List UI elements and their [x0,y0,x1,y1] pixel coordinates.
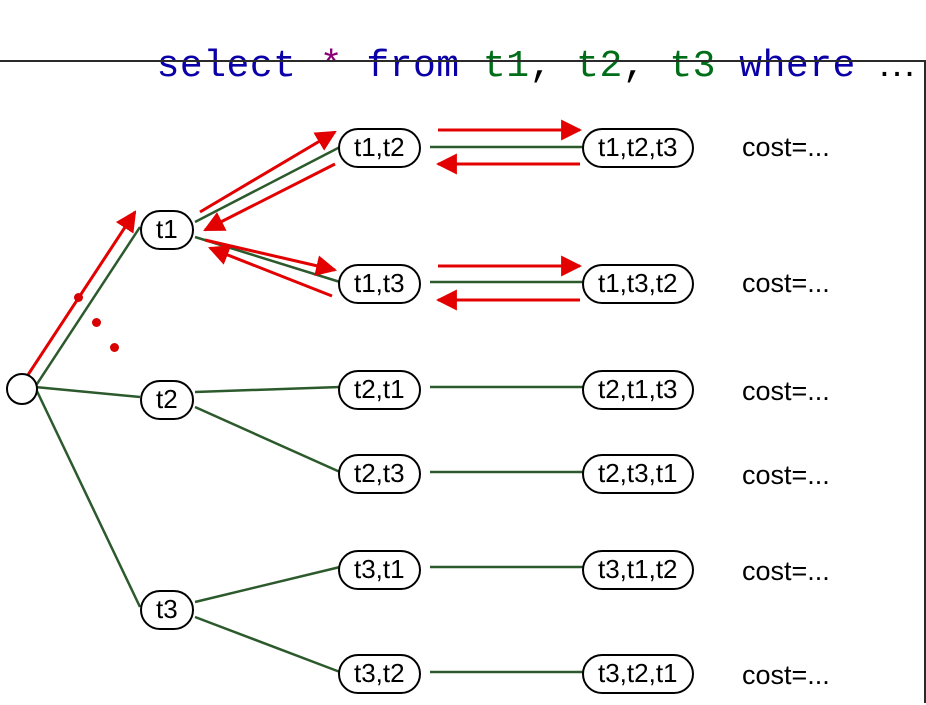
node-t3t2t1: t3,t2,t1 [582,654,694,694]
node-t2t1: t2,t1 [338,370,421,410]
cost-label: cost=... [742,460,830,491]
node-t1t3t2: t1,t3,t2 [582,264,694,304]
node-t2: t2 [140,380,194,420]
node-t1: t1 [140,210,194,250]
node-t3t1t2: t3,t1,t2 [582,550,694,590]
node-t3: t3 [140,590,194,630]
cost-label: cost=... [742,132,830,163]
progress-dot [92,318,101,327]
node-t2t3: t2,t3 [338,454,421,494]
cost-label: cost=... [742,268,830,299]
node-t2t3t1: t2,t3,t1 [582,454,694,494]
progress-dot [74,293,83,302]
join-order-tree: t1 t2 t3 t1,t2 t1,t3 t2,t1 t2,t3 t3,t1 t… [0,60,926,703]
node-t3t1: t3,t1 [338,550,421,590]
node-t1t2t3: t1,t2,t3 [582,128,694,168]
node-t1t3: t1,t3 [338,264,421,304]
cost-label: cost=... [742,376,830,407]
cost-label: cost=... [742,556,830,587]
progress-dot [110,343,119,352]
node-t1t2: t1,t2 [338,128,421,168]
node-t2t1t3: t2,t1,t3 [582,370,694,410]
cost-label: cost=... [742,660,830,691]
node-root [6,373,38,405]
node-t3t2: t3,t2 [338,654,421,694]
